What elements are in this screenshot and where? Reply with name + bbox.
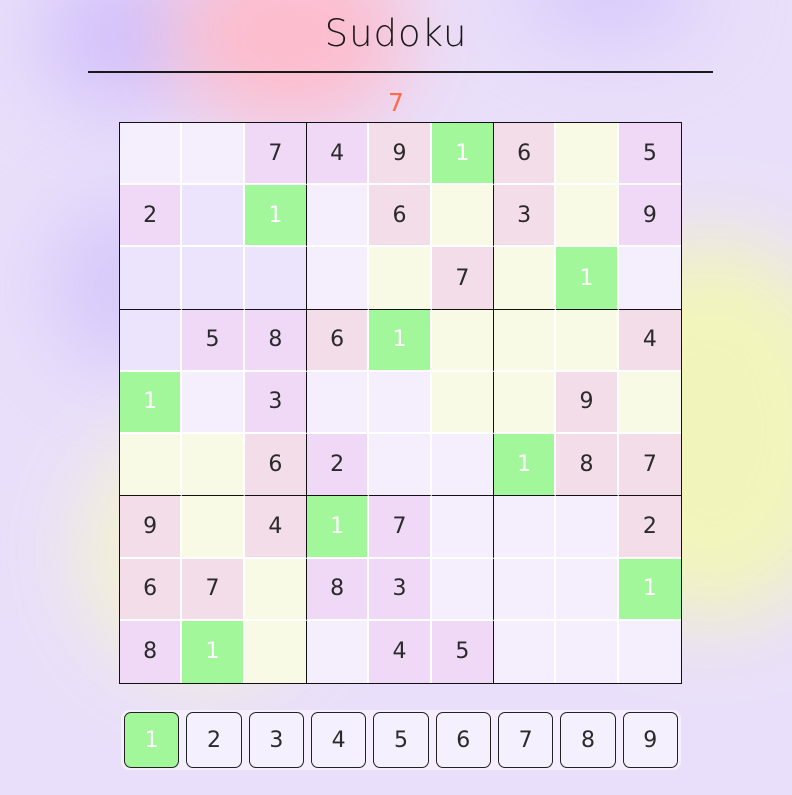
sudoku-cell[interactable]: 7 (431, 247, 494, 310)
sudoku-cell[interactable] (556, 185, 619, 248)
number-button-8[interactable]: 8 (560, 712, 616, 768)
sudoku-cell[interactable] (431, 309, 494, 372)
sudoku-cell[interactable] (618, 620, 681, 683)
number-button-2[interactable]: 2 (186, 712, 242, 768)
number-button-9[interactable]: 9 (622, 712, 678, 768)
sudoku-cell[interactable]: 3 (244, 371, 307, 435)
sudoku-cell[interactable]: 7 (244, 123, 307, 186)
sudoku-cell[interactable]: 6 (306, 309, 370, 372)
sudoku-cell[interactable]: 9 (556, 371, 619, 435)
sudoku-cell[interactable] (306, 247, 370, 310)
sudoku-cell[interactable]: 9 (120, 496, 183, 559)
sudoku-cell[interactable]: 8 (556, 434, 619, 497)
sudoku-cell[interactable] (182, 123, 245, 186)
sudoku-cell[interactable]: 9 (369, 123, 432, 186)
sudoku-cell[interactable]: 2 (120, 185, 183, 248)
number-button-7[interactable]: 7 (497, 712, 554, 768)
number-button-1[interactable]: 1 (124, 712, 180, 768)
sudoku-cell[interactable] (120, 247, 183, 310)
sudoku-cell[interactable] (556, 123, 619, 186)
sudoku-cell[interactable] (493, 371, 557, 435)
sudoku-cell[interactable]: 6 (120, 558, 183, 621)
sudoku-cell[interactable]: 6 (493, 123, 557, 186)
sudoku-cell[interactable] (306, 620, 370, 683)
sudoku-cell[interactable] (182, 496, 245, 559)
sudoku-cell[interactable] (493, 620, 557, 683)
sudoku-cell[interactable]: 8 (306, 558, 370, 621)
sudoku-cell[interactable]: 1 (120, 371, 183, 435)
sudoku-cell[interactable] (369, 434, 432, 497)
sudoku-cell[interactable]: 8 (120, 620, 183, 683)
sudoku-cell[interactable] (493, 309, 557, 372)
sudoku-cell[interactable]: 1 (369, 309, 432, 372)
number-pad: 123456789 (121, 710, 681, 770)
sudoku-cell[interactable] (431, 371, 494, 435)
sudoku-cell[interactable]: 9 (618, 185, 681, 248)
sudoku-cell[interactable]: 1 (556, 247, 619, 310)
sudoku-cell[interactable]: 3 (369, 558, 432, 621)
sudoku-cell[interactable]: 1 (244, 185, 307, 248)
sudoku-cell[interactable] (306, 371, 370, 435)
sudoku-cell[interactable] (556, 496, 619, 559)
sudoku-cell[interactable] (244, 558, 307, 621)
sudoku-cell[interactable]: 6 (244, 434, 307, 497)
sudoku-cell[interactable]: 1 (431, 123, 494, 186)
sudoku-cell[interactable]: 7 (369, 496, 432, 559)
number-button-3[interactable]: 3 (248, 712, 304, 768)
sudoku-cell[interactable]: 3 (493, 185, 557, 248)
sudoku-cell[interactable] (306, 185, 370, 248)
sudoku-cell[interactable] (120, 123, 183, 186)
sudoku-cell[interactable] (182, 185, 245, 248)
number-button-5[interactable]: 5 (373, 712, 429, 768)
sudoku-cell[interactable] (431, 496, 494, 559)
sudoku-cell[interactable]: 1 (306, 496, 370, 559)
sudoku-cell[interactable]: 7 (618, 434, 681, 497)
sudoku-cell[interactable] (182, 247, 245, 310)
sudoku-cell[interactable] (431, 434, 494, 497)
sudoku-cell[interactable] (369, 371, 432, 435)
sudoku-cell[interactable]: 2 (618, 496, 681, 559)
sudoku-cell[interactable] (618, 371, 681, 435)
sudoku-cell[interactable] (431, 185, 494, 248)
sudoku-cell[interactable] (244, 620, 307, 683)
sudoku-cell[interactable] (493, 558, 557, 621)
sudoku-cell[interactable]: 4 (244, 496, 307, 559)
sudoku-cell[interactable]: 5 (431, 620, 494, 683)
sudoku-cell[interactable] (369, 247, 432, 310)
sudoku-cell[interactable] (493, 496, 557, 559)
sudoku-cell[interactable]: 4 (618, 309, 681, 372)
sudoku-cell[interactable] (556, 309, 619, 372)
sudoku-cell[interactable] (182, 371, 245, 435)
sudoku-cell[interactable] (431, 558, 494, 621)
number-button-4[interactable]: 4 (310, 712, 367, 768)
sudoku-cell[interactable] (556, 558, 619, 621)
sudoku-cell[interactable]: 5 (182, 309, 245, 372)
sudoku-cell[interactable]: 1 (493, 434, 557, 497)
sudoku-cell[interactable] (120, 309, 183, 372)
sudoku-cell[interactable]: 4 (369, 620, 432, 683)
sudoku-cell[interactable]: 2 (306, 434, 370, 497)
sudoku-cell[interactable] (182, 434, 245, 497)
number-button-6[interactable]: 6 (435, 712, 491, 768)
sudoku-cell[interactable] (618, 247, 681, 310)
page-title: Sudoku (324, 12, 468, 55)
sudoku-cell[interactable] (493, 247, 557, 310)
sudoku-cell[interactable]: 8 (244, 309, 307, 372)
sudoku-cell[interactable]: 6 (369, 185, 432, 248)
sudoku-board: 7491652163971586141396218794172678318145 (119, 122, 682, 684)
sudoku-cell[interactable] (244, 247, 307, 310)
selected-number-count: 7 (388, 88, 404, 117)
title-divider (88, 71, 713, 73)
sudoku-cell[interactable] (556, 620, 619, 683)
sudoku-cell[interactable] (120, 434, 183, 497)
sudoku-cell[interactable]: 5 (618, 123, 681, 186)
sudoku-cell[interactable]: 4 (306, 123, 370, 186)
sudoku-cell[interactable]: 7 (182, 558, 245, 621)
sudoku-cell[interactable]: 1 (182, 620, 245, 683)
sudoku-cell[interactable]: 1 (618, 558, 681, 621)
